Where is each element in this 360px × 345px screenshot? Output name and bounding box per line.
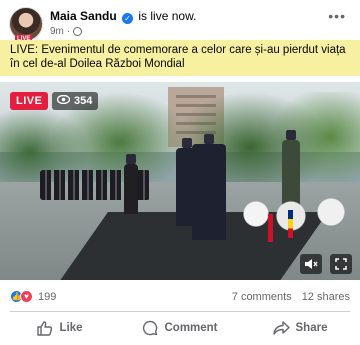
post-stats: 👍 ♥ 199 7 comments 12 shares xyxy=(0,286,360,308)
share-icon xyxy=(272,321,290,335)
engagement-counts: 7 comments 12 shares xyxy=(232,291,350,303)
comment-button[interactable]: Comment xyxy=(120,314,240,342)
meta-separator: · xyxy=(66,26,71,37)
share-button[interactable]: Share xyxy=(240,314,360,342)
actions-divider xyxy=(10,311,350,312)
video-wreaths xyxy=(236,194,360,242)
live-badge: LIVE xyxy=(10,92,49,110)
live-status-text: is live now. xyxy=(138,9,197,23)
love-reaction-icon: ♥ xyxy=(20,290,33,303)
video-soldier xyxy=(176,138,198,226)
video-ribbon xyxy=(288,210,293,238)
video-official xyxy=(124,154,138,214)
video-ribbon xyxy=(268,214,273,242)
viewer-count-value: 354 xyxy=(74,95,93,107)
verified-badge-icon: ✓ xyxy=(122,13,134,24)
fullscreen-icon[interactable] xyxy=(330,254,352,274)
eye-icon xyxy=(56,94,71,107)
comment-icon xyxy=(142,320,158,336)
author-line: Maia Sandu ✓ is live now. xyxy=(50,9,196,24)
author-name[interactable]: Maia Sandu xyxy=(50,9,117,23)
like-icon xyxy=(37,320,53,336)
reaction-count: 199 xyxy=(38,290,57,303)
like-button[interactable]: Like xyxy=(0,314,120,342)
comments-count[interactable]: 7 comments xyxy=(232,291,292,303)
reaction-summary[interactable]: 👍 ♥ 199 xyxy=(10,290,56,303)
viewer-count: 354 xyxy=(52,92,99,110)
post-meta: 9m · xyxy=(50,26,83,37)
more-options-icon[interactable]: ••• xyxy=(328,8,346,24)
like-label: Like xyxy=(59,322,83,334)
shares-count[interactable]: 12 shares xyxy=(302,291,350,303)
post-time[interactable]: 9m xyxy=(50,26,64,37)
live-video[interactable]: LIVE 354 xyxy=(0,82,360,280)
share-label: Share xyxy=(295,322,328,334)
speaker-muted-icon[interactable] xyxy=(300,254,322,274)
post-caption: LIVE: Evenimentul de comemorare a celor … xyxy=(0,40,360,76)
globe-icon xyxy=(73,27,83,36)
post-actions: Like Comment Share xyxy=(0,314,360,342)
post-header: LIVE Maia Sandu ✓ is live now. 9m · ••• xyxy=(0,0,360,44)
comment-label: Comment xyxy=(164,322,218,334)
author-avatar[interactable]: LIVE xyxy=(9,7,43,44)
